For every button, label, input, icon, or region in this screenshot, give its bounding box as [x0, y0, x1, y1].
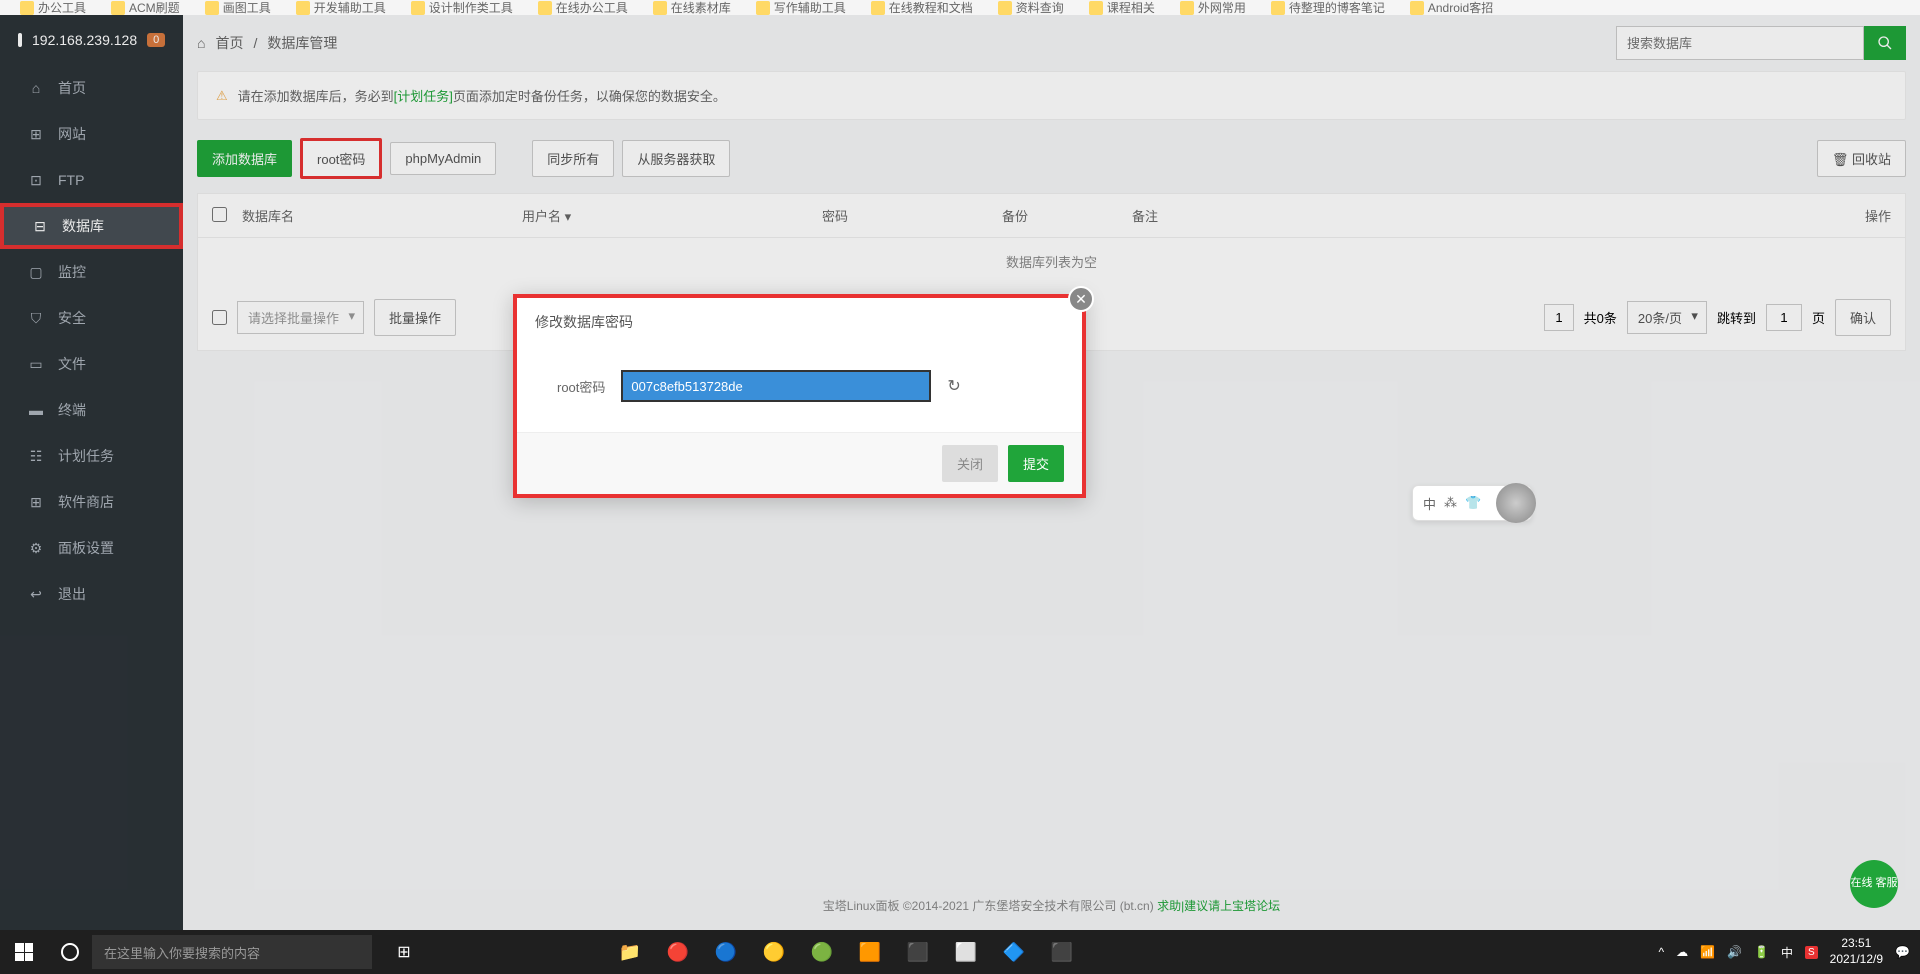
bookmark-item[interactable]: 画图工具 [205, 0, 271, 15]
bookmark-item[interactable]: 设计制作类工具 [411, 0, 513, 15]
ime-icon: 👕 [1465, 495, 1481, 511]
refresh-icon[interactable]: ↻ [947, 376, 960, 396]
tray-notifications-icon[interactable]: 💬 [1895, 945, 1910, 959]
task-view-button[interactable]: ⊞ [380, 930, 428, 974]
taskbar-search[interactable]: 在这里输入你要搜索的内容 [92, 935, 372, 969]
ime-icon: ⁂ [1444, 495, 1457, 511]
taskbar-app[interactable]: ⬛ [896, 930, 940, 974]
modal-close-btn[interactable]: 关闭 [942, 445, 998, 482]
folder-icon [205, 1, 219, 15]
folder-icon [538, 1, 552, 15]
taskbar-app-vm[interactable]: 🟧 [848, 930, 892, 974]
taskbar-app[interactable]: 🔷 [992, 930, 1036, 974]
modal-submit-btn[interactable]: 提交 [1008, 445, 1064, 482]
folder-icon [20, 1, 34, 15]
password-input[interactable] [621, 370, 931, 402]
bookmark-item[interactable]: 资料查询 [998, 0, 1064, 15]
tray-up-icon[interactable]: ^ [1658, 945, 1664, 959]
folder-icon [756, 1, 770, 15]
bookmark-item[interactable]: 在线素材库 [653, 0, 731, 15]
tray-clock[interactable]: 23:51 2021/12/9 [1830, 936, 1883, 967]
taskbar-app[interactable]: ⬛ [1040, 930, 1084, 974]
tray-wifi-icon[interactable]: 📶 [1700, 945, 1715, 959]
tray-sogou-icon[interactable]: S [1805, 946, 1818, 959]
taskbar-app[interactable]: ⬜ [944, 930, 988, 974]
taskbar-app-explorer[interactable]: 📁 [608, 930, 652, 974]
folder-icon [653, 1, 667, 15]
bookmark-item[interactable]: 办公工具 [20, 0, 86, 15]
folder-icon [1180, 1, 1194, 15]
folder-icon [1410, 1, 1424, 15]
taskbar-app[interactable]: 🟡 [752, 930, 796, 974]
taskbar: 在这里输入你要搜索的内容 ⊞ 📁 🔴 🔵 🟡 🟢 🟧 ⬛ ⬜ 🔷 ⬛ ^ ☁ 📶… [0, 930, 1920, 974]
task-view-icon: ⊞ [397, 942, 410, 962]
tray-ime-icon[interactable]: 中 [1781, 944, 1793, 961]
folder-icon [998, 1, 1012, 15]
cortana-icon [61, 943, 79, 961]
bookmark-item[interactable]: Android客招 [1410, 0, 1493, 15]
bookmark-item[interactable]: 写作辅助工具 [756, 0, 846, 15]
tray-battery-icon[interactable]: 🔋 [1754, 945, 1769, 959]
bookmark-item[interactable]: ACM刷题 [111, 0, 180, 15]
taskbar-app-chrome[interactable]: 🔴 [656, 930, 700, 974]
folder-icon [871, 1, 885, 15]
folder-icon [1271, 1, 1285, 15]
ime-avatar[interactable] [1496, 483, 1536, 523]
folder-icon [296, 1, 310, 15]
bookmarks-bar: 办公工具 ACM刷题 画图工具 开发辅助工具 设计制作类工具 在线办公工具 在线… [0, 0, 1920, 15]
folder-icon [1089, 1, 1103, 15]
support-button[interactable]: 在线 客服 [1850, 860, 1898, 908]
system-tray: ^ ☁ 📶 🔊 🔋 中 S 23:51 2021/12/9 💬 [1648, 936, 1920, 967]
bookmark-item[interactable]: 开发辅助工具 [296, 0, 386, 15]
cortana-button[interactable] [48, 930, 92, 974]
password-label: root密码 [557, 377, 605, 396]
modal-title: 修改数据库密码 [517, 298, 1082, 346]
modal-close-button[interactable]: ✕ [1068, 286, 1094, 312]
folder-icon [111, 1, 125, 15]
bookmark-item[interactable]: 在线办公工具 [538, 0, 628, 15]
taskbar-app-edge[interactable]: 🔵 [704, 930, 748, 974]
folder-icon [411, 1, 425, 15]
bookmark-item[interactable]: 外网常用 [1180, 0, 1246, 15]
tray-volume-icon[interactable]: 🔊 [1727, 945, 1742, 959]
bookmark-item[interactable]: 课程相关 [1089, 0, 1155, 15]
start-button[interactable] [0, 930, 48, 974]
bookmark-item[interactable]: 待整理的博客笔记 [1271, 0, 1385, 15]
bookmark-item[interactable]: 在线教程和文档 [871, 0, 973, 15]
windows-icon [15, 943, 33, 961]
tray-icon[interactable]: ☁ [1676, 945, 1688, 959]
taskbar-app[interactable]: 🟢 [800, 930, 844, 974]
password-modal: ✕ 修改数据库密码 root密码 ↻ 关闭 提交 [513, 294, 1086, 498]
